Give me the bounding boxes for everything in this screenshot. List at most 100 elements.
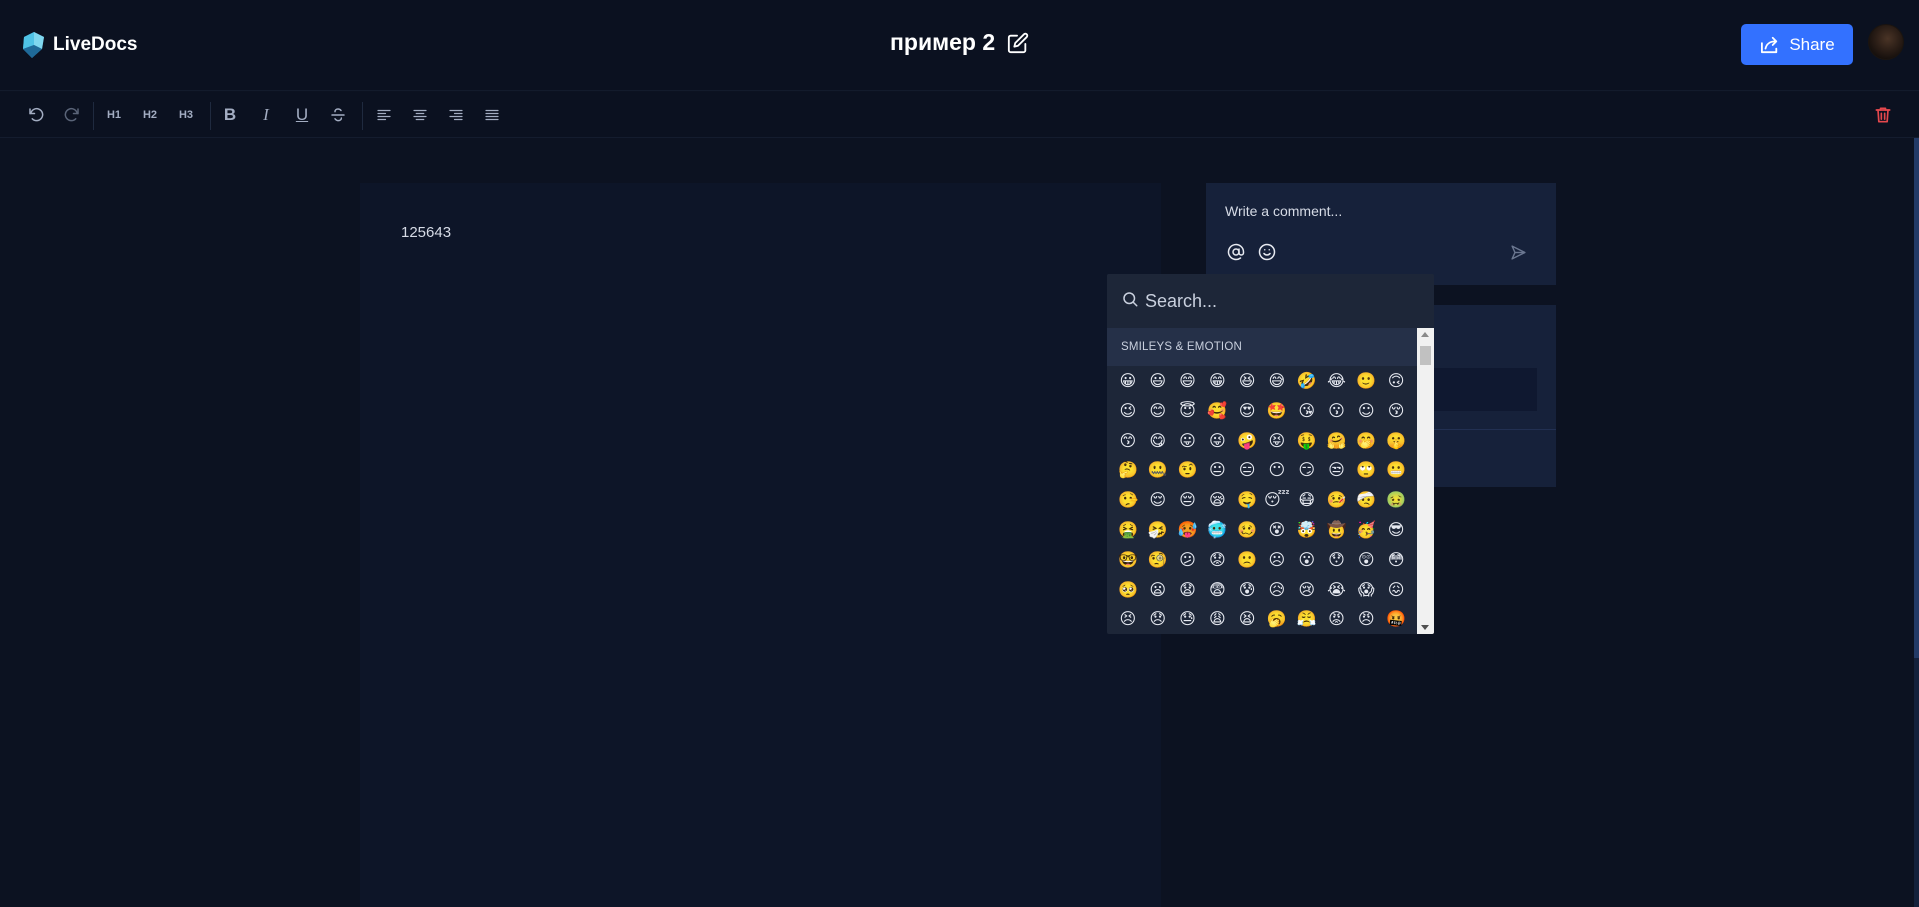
- emoji-option[interactable]: 😎: [1381, 515, 1411, 545]
- emoji-option[interactable]: 🤮: [1113, 515, 1143, 545]
- edit-icon[interactable]: [1007, 32, 1029, 54]
- emoji-option[interactable]: 😥: [1262, 575, 1292, 605]
- emoji-option[interactable]: 😯: [1322, 545, 1352, 575]
- emoji-option[interactable]: 😞: [1143, 604, 1173, 634]
- italic-button[interactable]: I: [255, 104, 277, 126]
- emoji-option[interactable]: 🤣: [1292, 366, 1322, 396]
- emoji-option[interactable]: 😀: [1113, 366, 1143, 396]
- emoji-option[interactable]: 🤪: [1232, 426, 1262, 456]
- emoji-option[interactable]: 😓: [1173, 604, 1203, 634]
- emoji-option[interactable]: 🥳: [1351, 515, 1381, 545]
- share-button[interactable]: Share: [1741, 24, 1853, 65]
- emoji-option[interactable]: 😴: [1262, 485, 1292, 515]
- emoji-option[interactable]: 🤑: [1292, 426, 1322, 456]
- page-scrollbar-thumb[interactable]: [1914, 138, 1919, 658]
- heading-2-button[interactable]: H2: [139, 104, 161, 126]
- document-title[interactable]: пример 2: [890, 29, 995, 56]
- emoji-option[interactable]: 😝: [1262, 426, 1292, 456]
- emoji-option[interactable]: 😠: [1351, 604, 1381, 634]
- undo-button[interactable]: [25, 104, 47, 126]
- emoji-option[interactable]: 😧: [1173, 575, 1203, 605]
- emoji-option[interactable]: 😦: [1143, 575, 1173, 605]
- emoji-option[interactable]: 😣: [1113, 604, 1143, 634]
- comment-input[interactable]: Write a comment...: [1225, 203, 1342, 219]
- emoji-option[interactable]: 🧐: [1143, 545, 1173, 575]
- emoji-option[interactable]: 😜: [1202, 426, 1232, 456]
- avatar[interactable]: [1868, 24, 1904, 60]
- emoji-option[interactable]: 😋: [1143, 426, 1173, 456]
- emoji-option[interactable]: 🤐: [1143, 455, 1173, 485]
- emoji-option[interactable]: 😫: [1232, 604, 1262, 634]
- emoji-option[interactable]: 🤬: [1381, 604, 1411, 634]
- mention-icon[interactable]: [1227, 243, 1245, 261]
- emoji-search-input[interactable]: [1145, 286, 1415, 316]
- emoji-option[interactable]: 🙁: [1232, 545, 1262, 575]
- emoji-option[interactable]: 😃: [1143, 366, 1173, 396]
- emoji-option[interactable]: 😷: [1292, 485, 1322, 515]
- emoji-option[interactable]: 🤯: [1292, 515, 1322, 545]
- heading-3-button[interactable]: H3: [175, 104, 197, 126]
- emoji-option[interactable]: 😭: [1322, 575, 1352, 605]
- emoji-option[interactable]: 🤗: [1322, 426, 1352, 456]
- emoji-option[interactable]: 😢: [1292, 575, 1322, 605]
- emoji-option[interactable]: 😵: [1262, 515, 1292, 545]
- emoji-option[interactable]: 🤢: [1381, 485, 1411, 515]
- emoji-option[interactable]: 😚: [1381, 396, 1411, 426]
- emoji-option[interactable]: 😂: [1322, 366, 1352, 396]
- bold-button[interactable]: B: [219, 104, 241, 126]
- emoji-option[interactable]: 😗: [1322, 396, 1352, 426]
- emoji-option[interactable]: 🙃: [1381, 366, 1411, 396]
- emoji-option[interactable]: 😲: [1351, 545, 1381, 575]
- emoji-option[interactable]: 😪: [1202, 485, 1232, 515]
- emoji-option[interactable]: 🥺: [1113, 575, 1143, 605]
- emoji-option[interactable]: 😮: [1292, 545, 1322, 575]
- emoji-option[interactable]: 🤫: [1381, 426, 1411, 456]
- emoji-option[interactable]: 😖: [1381, 575, 1411, 605]
- emoji-option[interactable]: 😶: [1262, 455, 1292, 485]
- heading-1-button[interactable]: H1: [103, 104, 125, 126]
- logo[interactable]: LiveDocs: [20, 31, 137, 59]
- emoji-option[interactable]: 😊: [1143, 396, 1173, 426]
- emoji-option[interactable]: 😛: [1173, 426, 1203, 456]
- document-editor[interactable]: 125643: [360, 183, 1161, 907]
- emoji-option[interactable]: ☹: [1262, 545, 1292, 575]
- align-right-button[interactable]: [445, 104, 467, 126]
- emoji-option[interactable]: 😉: [1113, 396, 1143, 426]
- delete-icon[interactable]: [1873, 105, 1893, 125]
- emoji-scrollbar-thumb[interactable]: [1420, 346, 1431, 365]
- emoji-option[interactable]: 😇: [1173, 396, 1203, 426]
- emoji-option[interactable]: 🤩: [1262, 396, 1292, 426]
- emoji-option[interactable]: 🤭: [1351, 426, 1381, 456]
- redo-button[interactable]: [61, 104, 83, 126]
- emoji-option[interactable]: 😱: [1351, 575, 1381, 605]
- emoji-option[interactable]: ☺: [1351, 396, 1381, 426]
- emoji-option[interactable]: 😳: [1381, 545, 1411, 575]
- emoji-option[interactable]: 🤥: [1113, 485, 1143, 515]
- emoji-option[interactable]: 🥶: [1202, 515, 1232, 545]
- emoji-option[interactable]: 😕: [1173, 545, 1203, 575]
- emoji-option[interactable]: 🤔: [1113, 455, 1143, 485]
- align-justify-button[interactable]: [481, 104, 503, 126]
- emoji-option[interactable]: 😬: [1381, 455, 1411, 485]
- emoji-option[interactable]: 🤧: [1143, 515, 1173, 545]
- emoji-icon[interactable]: [1258, 243, 1276, 261]
- scroll-up-arrow-icon[interactable]: [1421, 332, 1429, 337]
- emoji-option[interactable]: 😍: [1232, 396, 1262, 426]
- emoji-option[interactable]: 🥱: [1262, 604, 1292, 634]
- emoji-option[interactable]: 🥴: [1232, 515, 1262, 545]
- emoji-option[interactable]: 🤠: [1322, 515, 1352, 545]
- emoji-option[interactable]: 😙: [1113, 426, 1143, 456]
- strikethrough-button[interactable]: [327, 104, 349, 126]
- scroll-down-arrow-icon[interactable]: [1421, 625, 1429, 630]
- underline-button[interactable]: U: [291, 104, 313, 126]
- emoji-option[interactable]: 😄: [1173, 366, 1203, 396]
- emoji-option[interactable]: 😟: [1202, 545, 1232, 575]
- emoji-option[interactable]: 🤓: [1113, 545, 1143, 575]
- emoji-option[interactable]: 🤤: [1232, 485, 1262, 515]
- emoji-option[interactable]: 😡: [1322, 604, 1352, 634]
- thread-reply-field[interactable]: [1426, 368, 1537, 411]
- emoji-option[interactable]: 🤨: [1173, 455, 1203, 485]
- emoji-option[interactable]: 😌: [1143, 485, 1173, 515]
- emoji-option[interactable]: 😩: [1202, 604, 1232, 634]
- send-icon[interactable]: [1510, 244, 1527, 261]
